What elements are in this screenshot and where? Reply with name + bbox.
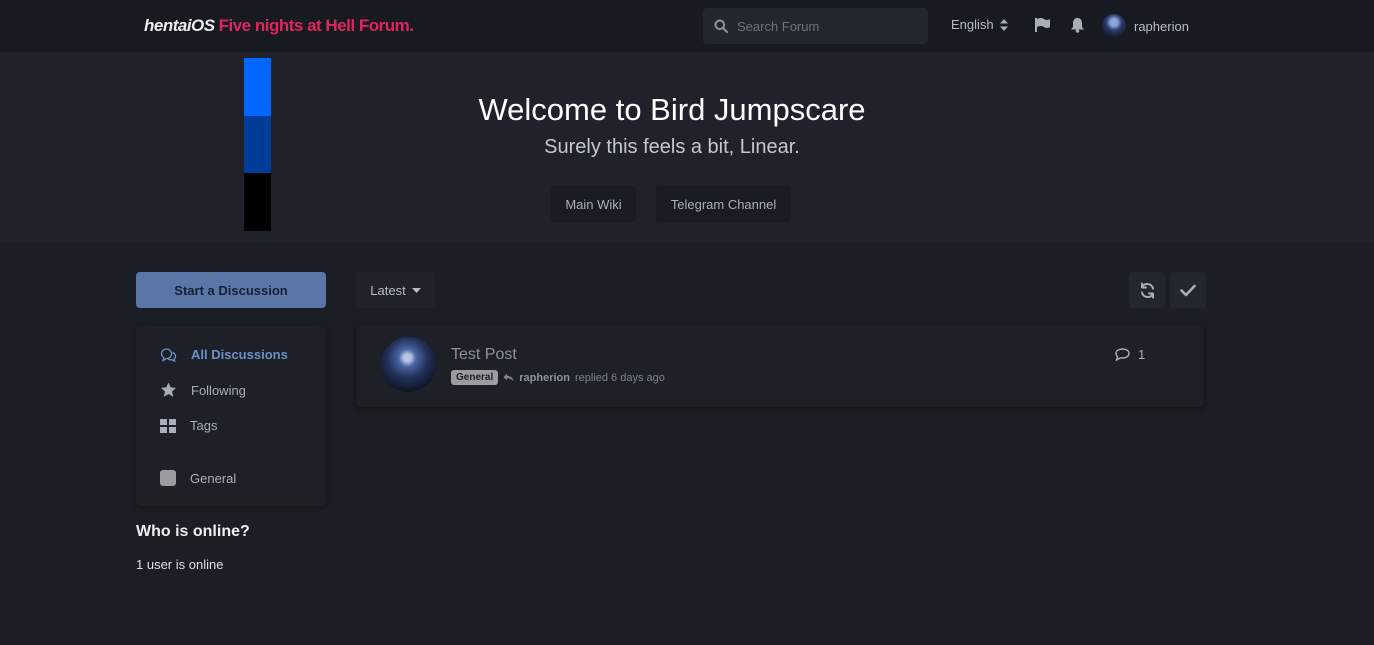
reply-icon <box>503 373 514 382</box>
brand-name: hentaiOS <box>144 16 215 35</box>
comments-icon <box>160 347 177 362</box>
bell-icon <box>1071 18 1084 33</box>
sidebar-item-label: General <box>190 470 237 486</box>
start-discussion-button[interactable]: Start a Discussion <box>136 272 326 308</box>
flag-icon <box>1035 18 1050 32</box>
sidebar-nav: All Discussions Following Tags General <box>136 326 326 506</box>
sidebar-item-label: Tags <box>190 418 218 433</box>
flags-button[interactable] <box>1034 17 1050 38</box>
language-selector[interactable]: English <box>951 17 1008 32</box>
sort-dropdown[interactable]: Latest <box>356 272 435 308</box>
online-count: 1 user is online <box>136 557 224 572</box>
comment-icon <box>1115 348 1130 361</box>
grid-icon <box>160 418 176 433</box>
main-wiki-button[interactable]: Main Wiki <box>551 186 636 222</box>
reply-count: 1 <box>1115 347 1145 362</box>
forum-name: Five nights at Hell Forum. <box>218 16 414 35</box>
sidebar-item-following[interactable]: Following <box>160 382 246 398</box>
language-label: English <box>951 17 994 32</box>
sort-icon <box>999 18 1008 31</box>
check-icon <box>1180 284 1196 296</box>
online-heading: Who is online? <box>136 523 250 540</box>
sidebar-item-all-discussions[interactable]: All Discussions <box>160 347 288 362</box>
user-menu[interactable]: rapherion <box>1102 14 1189 38</box>
stripe-segment <box>244 173 271 231</box>
star-icon <box>161 382 176 397</box>
sidebar-item-label: All Discussions <box>191 347 288 362</box>
mark-all-read-button[interactable] <box>1170 272 1206 308</box>
top-bar: hentaiOSFive nights at Hell Forum. Engli… <box>0 0 1374 52</box>
discussion-list-item[interactable]: Test Post General rapherion replied 6 da… <box>356 325 1204 407</box>
avatar <box>1102 14 1126 38</box>
sidebar-item-label: Following <box>191 382 246 398</box>
refresh-icon <box>1140 282 1154 298</box>
sort-label: Latest <box>370 282 406 298</box>
telegram-channel-button[interactable]: Telegram Channel <box>656 186 791 222</box>
tag-badge[interactable]: General <box>451 370 499 385</box>
hero-subtitle: Surely this feels a bit, Linear. <box>544 136 800 158</box>
reply-count-value: 1 <box>1138 347 1146 362</box>
forum-logo[interactable]: hentaiOS Five nights at Hell Forum. <box>144 16 414 36</box>
refresh-button[interactable] <box>1129 272 1165 308</box>
sidebar-item-tags[interactable]: Tags <box>160 418 217 433</box>
discussion-meta: General rapherion replied 6 days ago <box>451 370 665 385</box>
search-icon <box>714 19 728 33</box>
discussion-title[interactable]: Test Post <box>451 346 517 364</box>
hero-title: Welcome to Bird Jumpscare <box>478 92 866 127</box>
sidebar-item-general[interactable]: General <box>160 470 236 486</box>
search-input[interactable] <box>737 8 922 44</box>
username: rapherion <box>1134 18 1189 34</box>
avatar[interactable] <box>381 337 436 392</box>
notifications-button[interactable] <box>1070 17 1085 38</box>
tag-icon <box>160 470 176 486</box>
hero-banner: Welcome to Bird Jumpscare Surely this fe… <box>0 52 1374 242</box>
discussion-time: replied 6 days ago <box>574 371 665 384</box>
discussion-user[interactable]: rapherion <box>519 372 570 384</box>
caret-down-icon <box>411 287 421 293</box>
search-box[interactable] <box>703 8 928 44</box>
